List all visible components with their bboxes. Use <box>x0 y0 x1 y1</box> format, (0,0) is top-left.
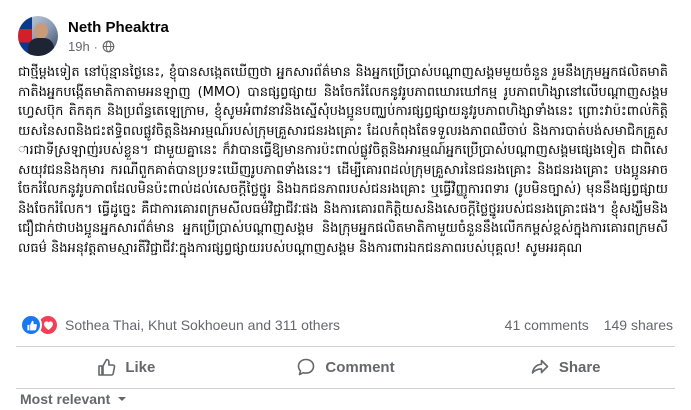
post-body: ជាថ្មីម្តងទៀត នៅប៉ុន្មានថ្ងៃនេះ, ខ្ញុំបា… <box>18 65 668 256</box>
avatar-body <box>28 38 54 56</box>
divider-top <box>16 346 675 347</box>
share-arrow-icon <box>531 359 549 374</box>
post-meta: Neth Pheaktra 19h · <box>68 18 169 54</box>
like-label: Like <box>125 358 156 376</box>
comment-sort-dropdown[interactable]: Most relevant <box>20 391 128 407</box>
reactors-summary[interactable]: Sothea Thai, Khut Sokhoeun and 311 other… <box>65 317 340 333</box>
author-name[interactable]: Neth Pheaktra <box>68 18 169 37</box>
sort-label: Most relevant <box>20 391 111 407</box>
comment-label: Comment <box>325 358 395 376</box>
shares-count[interactable]: 149 shares <box>604 317 673 333</box>
divider-bottom <box>16 388 675 389</box>
separator-dot: · <box>93 39 98 54</box>
avatar[interactable] <box>18 16 58 56</box>
post-subline: 19h · <box>68 39 169 54</box>
stats-right: 41 comments 149 shares <box>505 317 673 333</box>
thumbs-up-icon <box>98 358 116 376</box>
chevron-down-icon <box>118 397 127 401</box>
globe-icon[interactable] <box>102 40 115 53</box>
post-stats: Sothea Thai, Khut Sokhoeun and 311 other… <box>20 314 673 336</box>
action-bar: Like Comment Share <box>16 348 675 386</box>
comments-count[interactable]: 41 comments <box>505 317 589 333</box>
comment-bubble-icon <box>298 358 315 376</box>
post-time[interactable]: 19h <box>68 39 90 54</box>
comment-button[interactable]: Comment <box>236 348 456 386</box>
share-button[interactable]: Share <box>455 348 675 386</box>
avatar-head <box>34 23 48 39</box>
facebook-post: Neth Pheaktra 19h · ជាថ្មីម្តងទៀត នៅប៉ុន… <box>0 0 691 410</box>
post-header: Neth Pheaktra 19h · <box>18 12 679 60</box>
like-reaction-icon <box>20 314 42 336</box>
share-label: Share <box>558 358 601 376</box>
like-button[interactable]: Like <box>16 348 236 386</box>
reaction-icons[interactable]: Sothea Thai, Khut Sokhoeun and 311 other… <box>20 314 340 336</box>
